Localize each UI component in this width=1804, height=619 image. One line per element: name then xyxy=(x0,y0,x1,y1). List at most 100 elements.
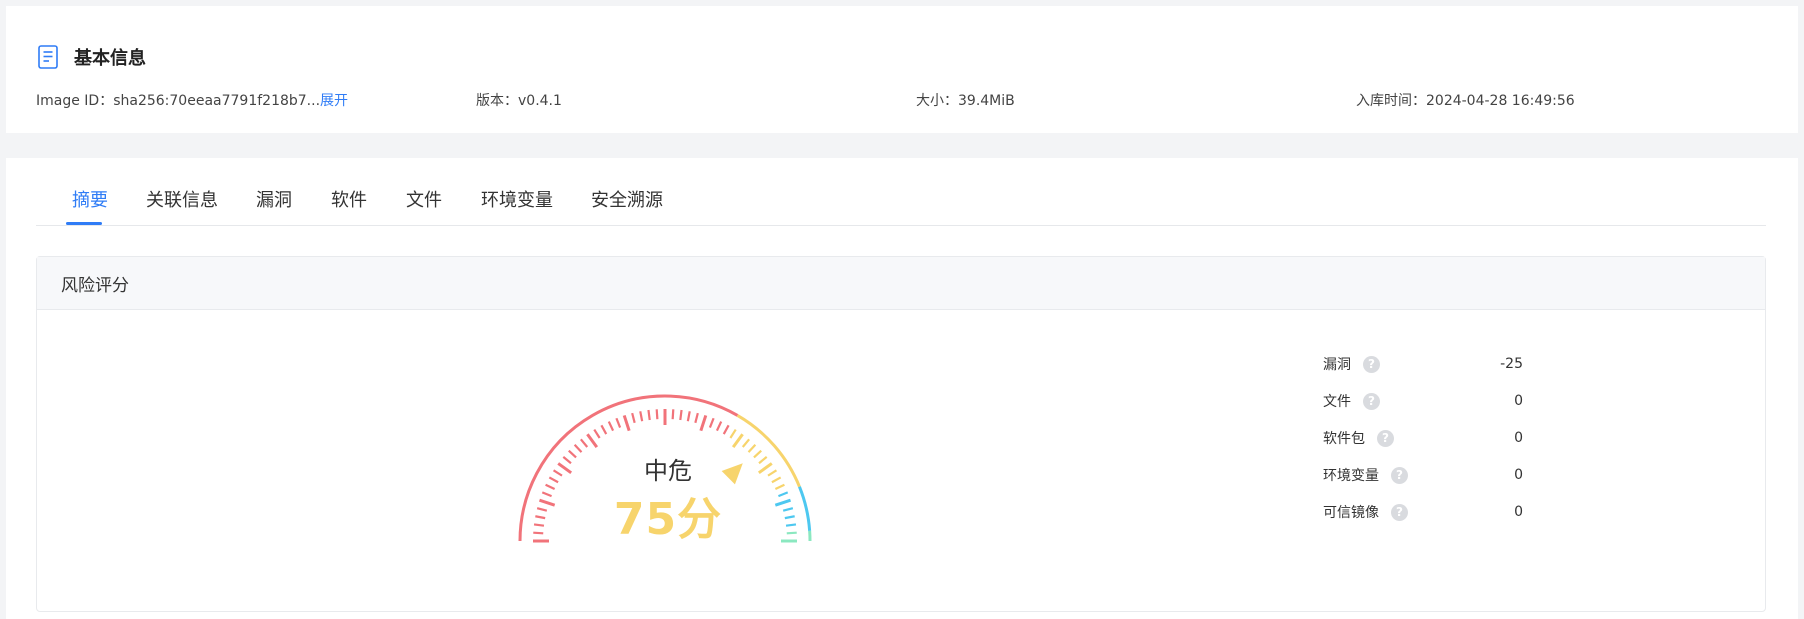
breakdown-value: 0 xyxy=(1514,393,1523,409)
gauge-tick xyxy=(586,433,599,449)
help-icon[interactable]: ? xyxy=(1363,392,1380,410)
gauge-tick xyxy=(538,498,556,507)
breakdown-row-env-vars: 环境变量 ? 0 xyxy=(1323,464,1523,486)
breakdown-row-packages: 软件包 ? 0 xyxy=(1323,427,1523,449)
breakdown-row-trusted-image: 可信镜像 ? 0 xyxy=(1323,501,1523,523)
size-label: 大小： xyxy=(916,93,958,109)
tab-env-vars[interactable]: 环境变量 xyxy=(481,186,553,212)
gauge-tick xyxy=(671,409,675,420)
risk-score-panel: 风险评分 中危 75分 漏洞 ? -25 文件 ? 0 软件包 ? 0 环境变量… xyxy=(36,256,1766,612)
gauge-tick xyxy=(767,469,778,477)
gauge-tick xyxy=(622,414,631,432)
gauge-tick xyxy=(771,476,782,484)
gauge-tick xyxy=(655,409,659,420)
tab-software[interactable]: 软件 xyxy=(331,186,367,212)
gauge-tick xyxy=(545,483,556,491)
breakdown-row-files: 文件 ? 0 xyxy=(1323,390,1523,412)
breakdown-label: 漏洞 xyxy=(1323,357,1351,373)
detail-card: 摘要 关联信息 漏洞 软件 文件 环境变量 安全溯源 风险评分 中危 75分 漏… xyxy=(6,158,1798,619)
gauge-tick xyxy=(536,507,548,512)
tab-security-trace[interactable]: 安全溯源 xyxy=(591,186,663,212)
breakdown-value: 0 xyxy=(1514,430,1523,446)
gauge-tick xyxy=(568,449,577,459)
gauge-tick xyxy=(541,491,552,498)
gauge-arc xyxy=(798,486,812,531)
gauge-tick xyxy=(548,476,559,484)
gauge-tick xyxy=(535,515,546,520)
risk-score-title: 风险评分 xyxy=(37,257,1765,310)
size-field: 大小：39.4MiB xyxy=(916,90,1015,110)
gauge-tick xyxy=(786,531,797,535)
gauge-tick xyxy=(758,456,768,465)
gauge-tick xyxy=(747,444,757,453)
breakdown-value: -25 xyxy=(1500,356,1523,372)
gauge-tick xyxy=(580,438,589,448)
gauge-tick xyxy=(615,417,622,428)
help-icon[interactable]: ? xyxy=(1391,466,1408,484)
help-icon[interactable]: ? xyxy=(1377,429,1394,447)
breakdown-value: 0 xyxy=(1514,504,1523,520)
breakdown-value: 0 xyxy=(1514,467,1523,483)
gauge-tick xyxy=(533,523,545,527)
size-value: 39.4MiB xyxy=(958,93,1015,109)
gauge-tick xyxy=(731,433,744,449)
breakdown-label: 文件 xyxy=(1323,394,1351,410)
gauge-tick xyxy=(757,462,773,475)
basic-info-card: 基本信息 Image ID：sha256:70eeaa7791f218b7...… xyxy=(6,6,1798,133)
gauge-tick xyxy=(782,507,794,512)
gauge-tick xyxy=(753,449,762,459)
gauge-tick xyxy=(778,491,789,498)
gauge-tick xyxy=(741,438,750,448)
tab-summary[interactable]: 摘要 xyxy=(72,186,108,212)
gauge-tick xyxy=(774,483,785,491)
gauge-tick xyxy=(552,469,563,477)
gauge-tick xyxy=(647,409,651,421)
gauge-tick xyxy=(557,462,573,475)
gauge-tick xyxy=(722,424,730,435)
tab-files[interactable]: 文件 xyxy=(406,186,442,212)
help-icon[interactable]: ? xyxy=(1391,503,1408,521)
gauge-pointer xyxy=(721,463,743,485)
version-label: 版本： xyxy=(476,93,518,109)
gauge-tick xyxy=(774,498,792,507)
gauge-tick xyxy=(679,409,683,421)
help-icon[interactable]: ? xyxy=(1363,355,1380,373)
gauge-tick xyxy=(639,411,644,422)
image-id-value: sha256:70eeaa7791f218b7... xyxy=(113,93,321,109)
gauge-tick xyxy=(573,444,583,453)
gauge-tick xyxy=(729,428,737,439)
tab-vulnerabilities[interactable]: 漏洞 xyxy=(256,186,292,212)
time-value: 2024-04-28 16:49:56 xyxy=(1426,93,1575,109)
active-tab-indicator xyxy=(66,222,102,225)
gauge-tick xyxy=(533,531,544,535)
breakdown-label: 软件包 xyxy=(1323,431,1365,447)
time-field: 入库时间：2024-04-28 16:49:56 xyxy=(1356,90,1575,110)
breakdown-row-vulnerabilities: 漏洞 ? -25 xyxy=(1323,353,1523,375)
image-id-label: Image ID： xyxy=(36,93,114,109)
version-field: 版本：v0.4.1 xyxy=(476,90,562,110)
basic-info-row: Image ID：sha256:70eeaa7791f218b7...展开 版本… xyxy=(6,90,1798,110)
gauge-tick xyxy=(686,411,691,422)
gauge-tick xyxy=(715,421,723,432)
risk-score: 75分 xyxy=(613,494,723,545)
gauge-tick xyxy=(694,412,699,424)
breakdown-label: 环境变量 xyxy=(1323,468,1379,484)
gauge-tick xyxy=(593,428,601,439)
gauge-tick xyxy=(708,417,715,428)
version-value: v0.4.1 xyxy=(518,93,562,109)
tab-related-info[interactable]: 关联信息 xyxy=(146,186,218,212)
gauge-tick xyxy=(699,414,708,432)
gauge-tick xyxy=(631,412,636,424)
tab-bar: 摘要 关联信息 漏洞 软件 文件 环境变量 安全溯源 xyxy=(36,158,1766,226)
gauge-tick xyxy=(784,515,795,520)
time-label: 入库时间： xyxy=(1356,93,1426,109)
breakdown-label: 可信镜像 xyxy=(1323,505,1379,521)
gauge-tick xyxy=(600,424,608,435)
expand-link[interactable]: 展开 xyxy=(320,93,348,109)
image-id-field: Image ID：sha256:70eeaa7791f218b7...展开 xyxy=(36,90,348,110)
basic-info-header: 基本信息 xyxy=(36,42,146,72)
document-icon xyxy=(36,44,60,70)
gauge-tick xyxy=(607,421,615,432)
risk-level: 中危 xyxy=(644,457,692,485)
gauge-tick xyxy=(562,456,572,465)
